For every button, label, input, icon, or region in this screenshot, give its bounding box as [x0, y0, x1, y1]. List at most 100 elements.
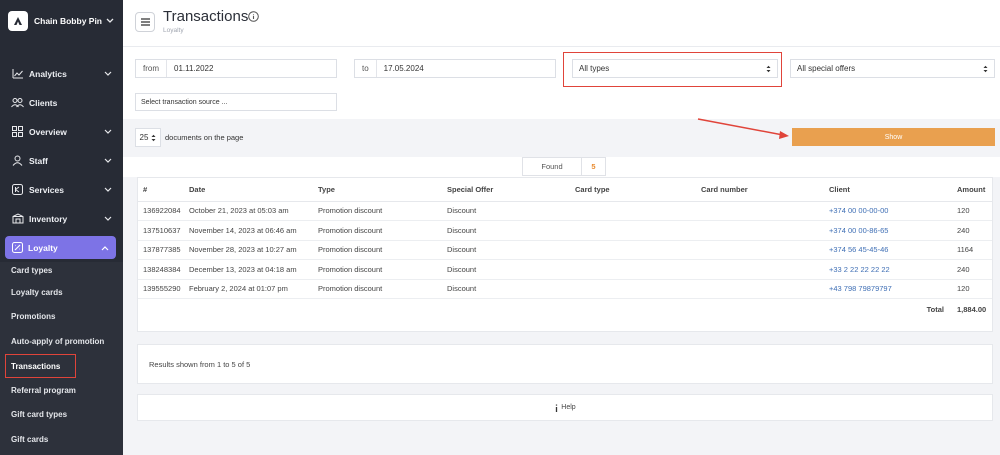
cell-card-type — [570, 259, 696, 280]
col-header-type[interactable]: Type — [313, 178, 442, 202]
date-from-field[interactable]: from 01.11.2022 — [135, 59, 337, 78]
sidebar-item-services[interactable]: Services — [0, 175, 123, 204]
users-icon — [11, 96, 24, 109]
client-link[interactable]: +33 2 22 22 22 22 — [824, 259, 952, 280]
special-offers-select[interactable]: All special offers — [790, 59, 995, 78]
table-row[interactable]: 136922084 October 21, 2023 at 05:03 am P… — [138, 201, 992, 221]
sidebar-subitem-card-types[interactable]: Card types — [11, 266, 52, 275]
sidebar-item-inventory[interactable]: Inventory — [0, 204, 123, 233]
org-name: Chain Bobby Pin — [34, 16, 102, 26]
sidebar-item-analytics[interactable]: Analytics — [0, 59, 123, 88]
cell-amount: 1164 — [952, 240, 992, 260]
cell-date: December 13, 2023 at 04:18 am — [184, 259, 313, 280]
sidebar-subitem-promotions[interactable]: Promotions — [11, 312, 55, 321]
sidebar-item-staff[interactable]: Staff — [0, 146, 123, 175]
table-row[interactable]: 137510637 November 14, 2023 at 06:46 am … — [138, 220, 992, 241]
cell-card-type — [570, 220, 696, 241]
chevron-up-icon — [100, 243, 110, 253]
help-link[interactable]: Help — [137, 394, 993, 421]
type-select-highlight — [563, 52, 782, 87]
cell-card-type — [570, 201, 696, 221]
cell-offer: Discount — [442, 240, 570, 260]
chevron-down-icon — [105, 16, 115, 26]
cell-date: February 2, 2024 at 01:07 pm — [184, 279, 313, 299]
cell-id: 137877385 — [138, 240, 184, 260]
select-arrows-icon — [151, 134, 156, 141]
table-header-row: # Date Type Special Offer Card type Card… — [138, 178, 992, 202]
cell-card-type — [570, 279, 696, 299]
sidebar-item-overview[interactable]: Overview — [0, 117, 123, 146]
person-icon — [11, 154, 24, 167]
box-icon — [11, 212, 24, 225]
services-icon — [11, 183, 24, 196]
sidebar-subitem-referral-program[interactable]: Referral program — [11, 386, 76, 395]
hamburger-icon — [140, 18, 150, 26]
sidebar-subitem-gift-cards[interactable]: Gift cards — [11, 435, 48, 444]
breadcrumb[interactable]: Loyalty — [163, 27, 184, 34]
cell-card-number — [696, 220, 824, 241]
sidebar-subitem-gift-card-types[interactable]: Gift card types — [11, 410, 67, 419]
sidebar-subitem-loyalty-cards[interactable]: Loyalty cards — [11, 288, 63, 297]
date-to-field[interactable]: to 17.05.2024 — [354, 59, 556, 78]
app-logo-icon — [8, 11, 28, 31]
table-row[interactable]: 138248384 December 13, 2023 at 04:18 am … — [138, 259, 992, 280]
cell-amount: 120 — [952, 279, 992, 299]
cell-date: November 14, 2023 at 06:46 am — [184, 220, 313, 241]
sidebar-item-loyalty[interactable]: Loyalty — [5, 236, 116, 259]
transactions-table: # Date Type Special Offer Card type Card… — [137, 177, 993, 332]
org-switcher[interactable]: Chain Bobby Pin — [0, 0, 123, 42]
client-link[interactable]: +374 00 00-86-65 — [824, 220, 952, 241]
cell-type: Promotion discount — [313, 220, 442, 241]
chart-icon — [11, 67, 24, 80]
col-header-special-offer[interactable]: Special Offer — [442, 178, 570, 202]
cell-id: 138248384 — [138, 259, 184, 280]
sidebar: Chain Bobby Pin Analytics Clients Overvi… — [0, 0, 123, 455]
transaction-source-select[interactable]: Select transaction source ... — [135, 93, 337, 111]
results-text: Results shown from 1 to 5 of 5 — [149, 359, 251, 369]
found-counter: Found 5 — [522, 157, 606, 176]
col-header-id[interactable]: # — [138, 178, 184, 202]
cell-date: October 21, 2023 at 05:03 am — [184, 201, 313, 221]
cell-type: Promotion discount — [313, 279, 442, 299]
sidebar-subitem-auto-apply[interactable]: Auto-apply of promotion — [11, 337, 104, 346]
client-link[interactable]: +374 00 00-00-00 — [824, 201, 952, 221]
info-icon[interactable] — [248, 11, 259, 24]
cell-card-number — [696, 201, 824, 221]
table-row[interactable]: 139555290 February 2, 2024 at 01:07 pm P… — [138, 279, 992, 299]
client-link[interactable]: +43 798 79879797 — [824, 279, 952, 299]
cell-card-number — [696, 240, 824, 260]
total-value: 1,884.00 — [957, 305, 987, 315]
select-arrows-icon — [983, 65, 988, 72]
chevron-down-icon — [103, 69, 113, 79]
col-header-date[interactable]: Date — [184, 178, 313, 202]
cell-card-type — [570, 240, 696, 260]
cell-card-number — [696, 279, 824, 299]
per-page-select[interactable]: 25 — [135, 128, 161, 147]
table-row[interactable]: 137877385 November 28, 2023 at 10:27 am … — [138, 240, 992, 260]
cell-id: 137510637 — [138, 220, 184, 241]
cell-card-number — [696, 259, 824, 280]
total-row: Total 1,884.00 — [138, 299, 992, 321]
col-header-amount[interactable]: Amount — [952, 178, 992, 202]
cell-type: Promotion discount — [313, 259, 442, 280]
chevron-down-icon — [103, 185, 113, 195]
cell-offer: Discount — [442, 201, 570, 221]
cell-amount: 120 — [952, 201, 992, 221]
cell-amount: 240 — [952, 220, 992, 241]
menu-toggle-button[interactable] — [135, 12, 155, 32]
per-page-label: documents on the page — [165, 133, 244, 142]
cell-amount: 240 — [952, 259, 992, 280]
sidebar-item-clients[interactable]: Clients — [0, 88, 123, 117]
client-link[interactable]: +374 56 45-45-46 — [824, 240, 952, 260]
col-header-card-number[interactable]: Card number — [696, 178, 824, 202]
page-header: Transactions Loyalty — [123, 0, 1000, 46]
show-button[interactable]: Show — [792, 128, 995, 146]
col-header-client[interactable]: Client — [824, 178, 952, 202]
cell-offer: Discount — [442, 220, 570, 241]
help-label: Help — [561, 404, 576, 411]
active-item-highlight — [5, 354, 76, 378]
col-header-card-type[interactable]: Card type — [570, 178, 696, 202]
cell-offer: Discount — [442, 259, 570, 280]
chevron-down-icon — [103, 156, 113, 166]
cell-id: 139555290 — [138, 279, 184, 299]
